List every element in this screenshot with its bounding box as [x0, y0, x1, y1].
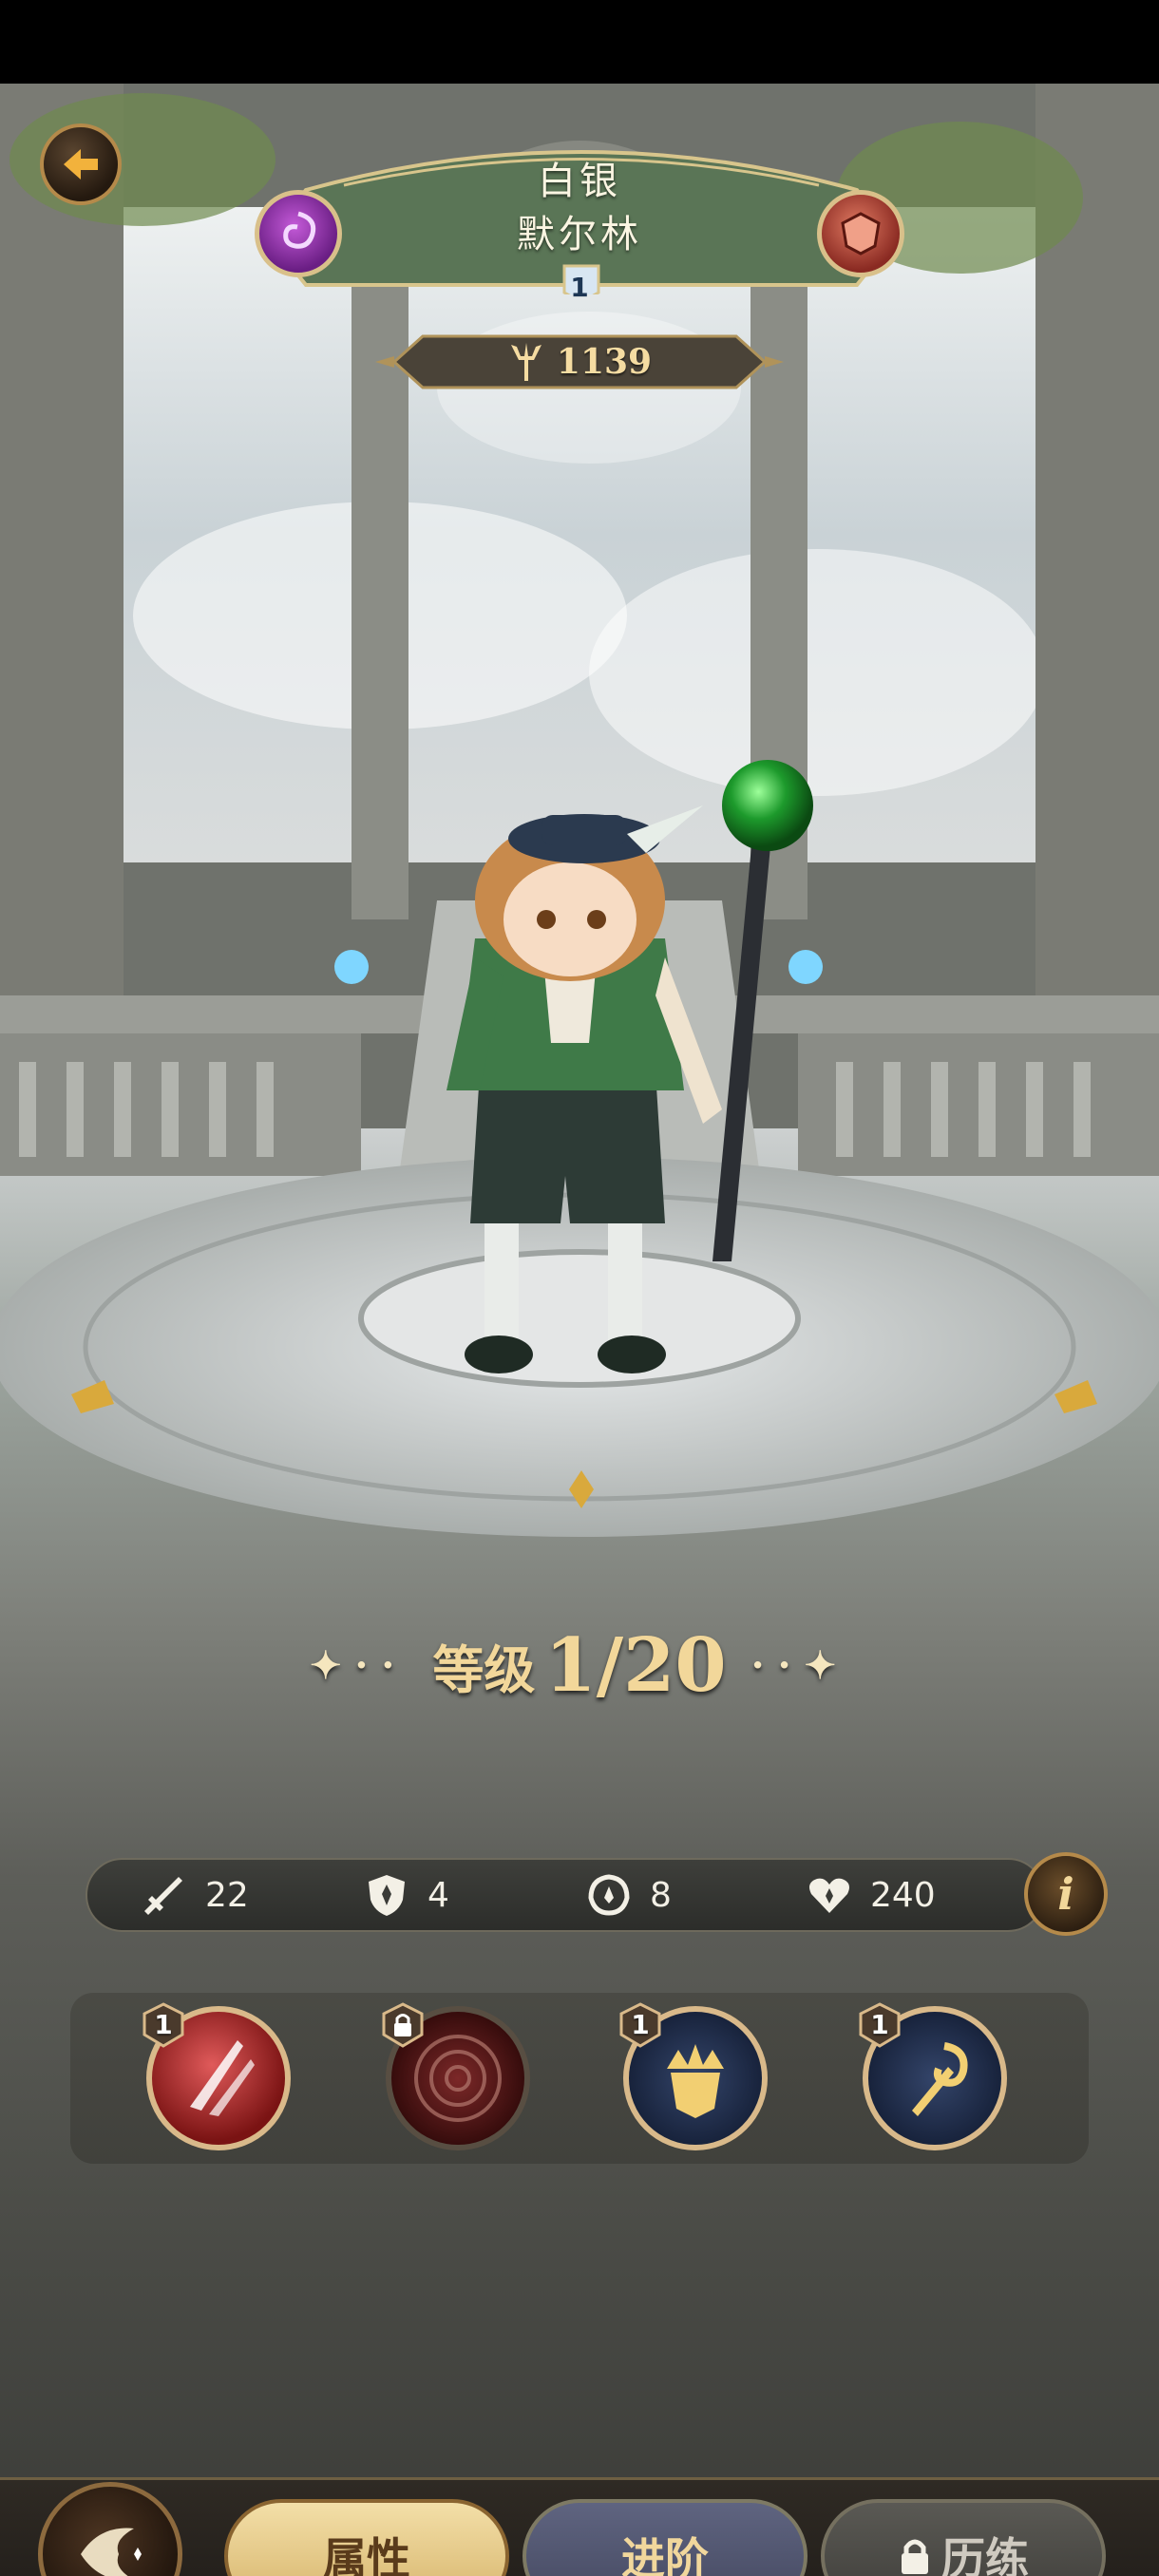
sparkle-right-icon: ··✦	[750, 1643, 850, 1688]
hero-name: 默尔林	[517, 213, 642, 256]
stat-attack: 22	[141, 1860, 249, 1930]
stat-speed-value: 8	[650, 1875, 672, 1915]
stat-health-value: 240	[870, 1875, 936, 1915]
stat-defense-value: 4	[428, 1875, 449, 1915]
lock-icon	[382, 2002, 424, 2048]
stat-speed: 8	[585, 1860, 672, 1930]
hero-rank: 白银	[538, 160, 621, 203]
skill-lock-badge	[382, 2002, 424, 2048]
stat-health: 240	[806, 1860, 936, 1930]
stat-attack-value: 22	[205, 1875, 249, 1915]
combat-power-value: 1139	[556, 342, 653, 382]
skill-level-value: 1	[154, 2009, 173, 2040]
hero-detail-screen: 白银 默尔林 1 1139 ✦·· 等级 1/20 ··✦ 22 4 8 240…	[0, 84, 1159, 2576]
trident-power-icon	[510, 343, 542, 381]
skill-slot-2-locked[interactable]	[382, 2002, 534, 2154]
skill-slot-3[interactable]: 1	[619, 2002, 771, 2154]
sparkle-left-icon: ✦··	[309, 1643, 408, 1688]
lock-icon	[902, 2539, 928, 2574]
info-icon: i	[1057, 1868, 1074, 1920]
hero-menu-button[interactable]	[38, 2482, 182, 2576]
speed-icon	[588, 1874, 630, 1916]
level-value: 1/20	[544, 1622, 727, 1709]
tab-attributes-label: 属性	[323, 2533, 410, 2576]
shield-icon	[369, 1875, 405, 1916]
hero-level: ✦·· 等级 1/20 ··✦	[0, 1622, 1159, 1709]
wing-emblem-icon	[81, 2528, 142, 2576]
tab-training-label: 历练	[941, 2533, 1029, 2576]
tab-training[interactable]: 历练	[821, 2499, 1106, 2576]
skill-level-badge: 1	[142, 2002, 184, 2048]
skill-slot-4[interactable]: 1	[859, 2002, 1011, 2154]
tab-advance[interactable]: 进阶	[522, 2499, 808, 2576]
combat-power: 1139	[404, 335, 755, 388]
skill-level-badge: 1	[859, 2002, 901, 2048]
skill-level-value: 1	[631, 2009, 650, 2040]
stats-bar: 22 4 8 240	[86, 1858, 1045, 1932]
tab-advance-label: 进阶	[621, 2533, 709, 2576]
level-label: 等级	[432, 1639, 536, 1700]
skill-slot-1[interactable]: 1	[142, 2002, 294, 2154]
heart-icon	[809, 1878, 849, 1913]
temple-scene-background	[0, 84, 1159, 1537]
skill-level-badge: 1	[619, 2002, 661, 2048]
tab-attributes[interactable]: 属性	[224, 2499, 509, 2576]
stat-defense: 4	[363, 1860, 449, 1930]
skill-level-value: 1	[870, 2009, 889, 2040]
stats-info-button[interactable]: i	[1024, 1852, 1108, 1936]
star-level-badge: 1	[570, 272, 589, 303]
sword-icon	[144, 1877, 182, 1915]
